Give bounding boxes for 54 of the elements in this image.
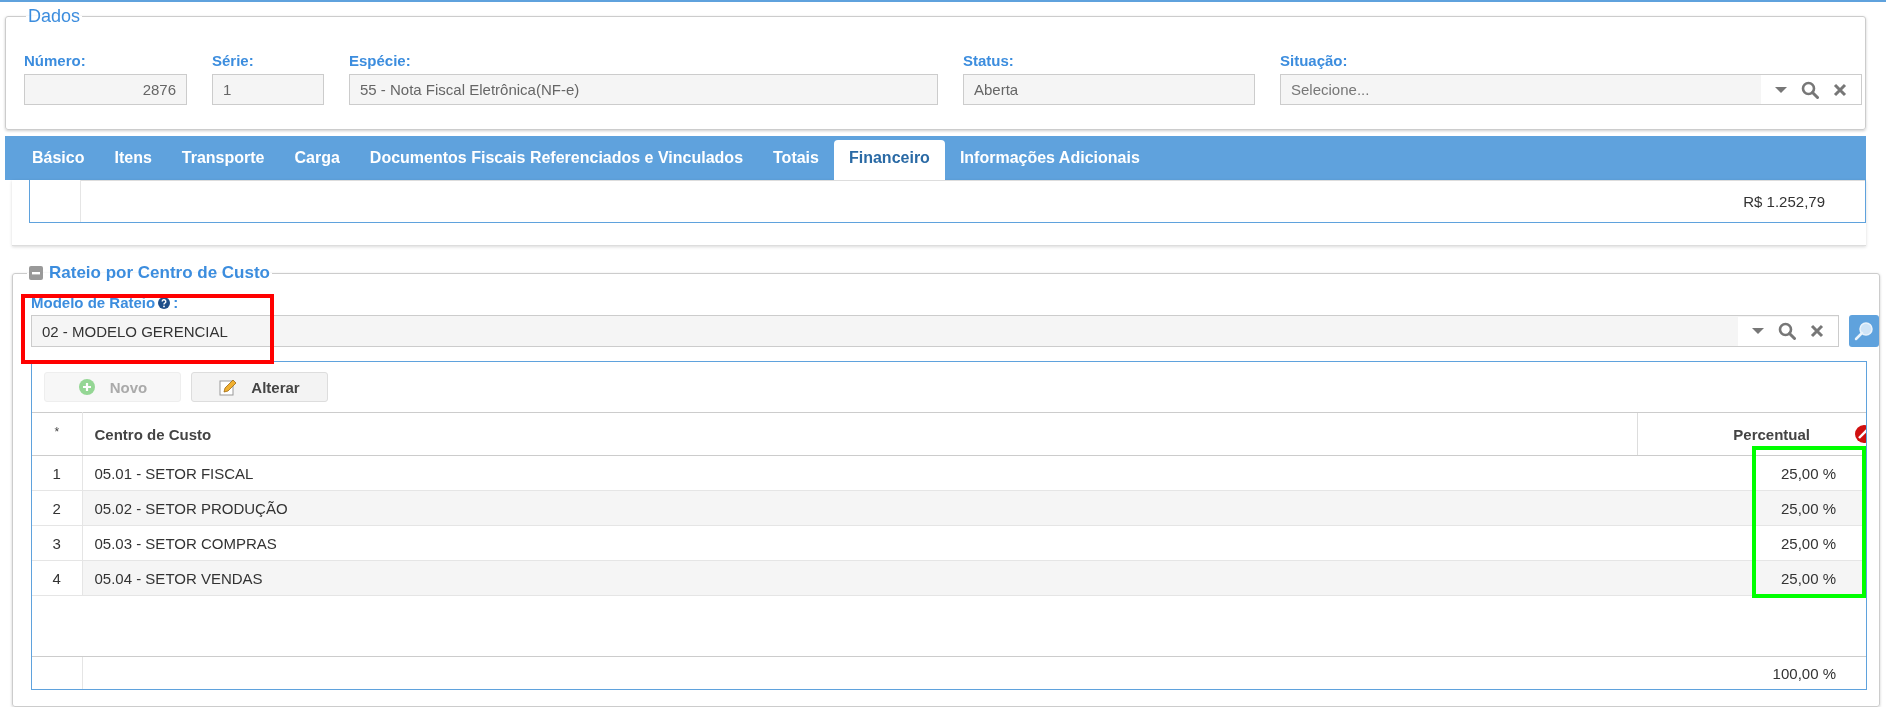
select-field[interactable]: Selecione...: [1280, 74, 1862, 105]
caret-icon[interactable]: [1752, 327, 1764, 335]
close-icon[interactable]: [1810, 324, 1824, 338]
tab[interactable]: Transporte: [166, 140, 280, 180]
collapse-icon[interactable]: [29, 266, 43, 280]
tab[interactable]: Itens: [99, 140, 167, 180]
caret-icon[interactable]: [1775, 85, 1787, 94]
select-field[interactable]: 02 - MODELO GERENCIAL: [31, 315, 1839, 347]
table-cell: 05.02 - SETOR PRODUÇÃO: [94, 499, 288, 517]
close-icon[interactable]: [1833, 82, 1847, 97]
label-colon: :: [173, 294, 179, 311]
search-icon[interactable]: [1801, 80, 1819, 99]
plus-circle-icon: [77, 378, 96, 396]
input-field[interactable]: 2876: [24, 74, 187, 105]
field-label: Espécie:: [349, 52, 412, 69]
table-cell: 05.04 - SETOR VENDAS: [94, 569, 263, 587]
row-number: 2: [52, 499, 61, 517]
row-number: 1: [52, 464, 61, 482]
no-entry-icon[interactable]: [1854, 424, 1866, 444]
tab[interactable]: Carga: [279, 140, 355, 180]
field-label: Número:: [24, 52, 87, 69]
input-field[interactable]: 1: [212, 74, 324, 105]
table-cell: 05.01 - SETOR FISCAL: [94, 464, 254, 482]
total-cell: 100,00 %: [1772, 664, 1836, 682]
tab[interactable]: Informações Adicionais: [944, 140, 1155, 180]
input-field[interactable]: 55 - Nota Fiscal Eletrônica(NF-e): [349, 74, 938, 105]
row-number: 3: [52, 534, 61, 552]
column-header[interactable]: *: [54, 425, 60, 439]
tab[interactable]: Documentos Fiscais Referenciados e Vinculados: [354, 140, 759, 180]
tab[interactable]: Financeiro: [833, 140, 945, 180]
toolbar-button[interactable]: Alterar: [191, 372, 328, 402]
table-cell: R$ 1.252,79: [1743, 193, 1825, 210]
magnifier-icon: [1854, 321, 1874, 341]
pencil-icon: [219, 378, 238, 396]
search-button[interactable]: [1849, 315, 1879, 347]
search-icon[interactable]: [1778, 322, 1796, 340]
table-cell: 25,00 %: [1780, 569, 1836, 587]
input-field[interactable]: Aberta: [963, 74, 1255, 105]
help-icon[interactable]: [158, 296, 171, 309]
tab[interactable]: Totais: [758, 140, 834, 180]
table-cell: 05.03 - SETOR COMPRAS: [94, 534, 277, 552]
table-cell: 25,00 %: [1780, 464, 1836, 482]
row-number: 4: [52, 569, 61, 587]
table-cell: 25,00 %: [1780, 534, 1836, 552]
section-title: Dados: [27, 6, 82, 26]
field-label: Modelo de Rateio: [31, 294, 156, 311]
table-cell: 25,00 %: [1780, 499, 1836, 517]
field-label: Série:: [212, 52, 255, 69]
tab[interactable]: Básico: [17, 140, 100, 180]
column-header[interactable]: Percentual: [1733, 425, 1810, 443]
field-label: Status:: [963, 52, 1015, 69]
column-header[interactable]: Centro de Custo: [94, 425, 212, 443]
section-title: Rateio por Centro de Custo: [49, 262, 270, 284]
field-label: Situação:: [1280, 52, 1349, 69]
